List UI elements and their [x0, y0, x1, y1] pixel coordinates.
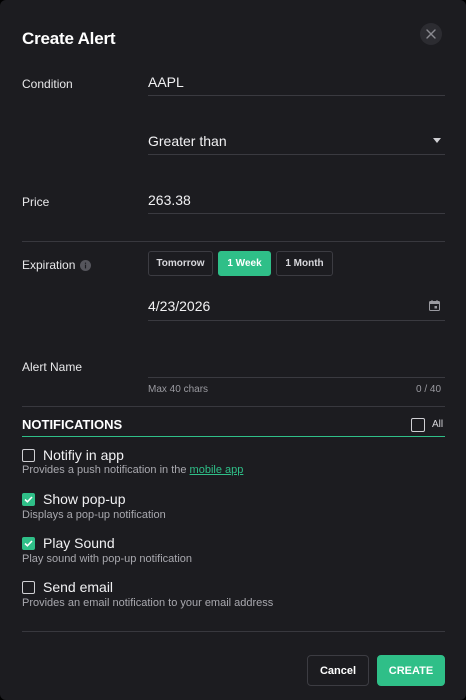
expiration-label-group: Expiration: [22, 258, 92, 272]
check-icon: [24, 540, 33, 547]
price-label: Price: [22, 195, 50, 209]
divider: [22, 241, 445, 242]
all-checkbox[interactable]: [411, 418, 425, 432]
create-button[interactable]: CREATE: [377, 655, 445, 686]
show-popup-checkbox[interactable]: [22, 493, 35, 506]
calendar-icon[interactable]: [429, 300, 440, 311]
play-sound-description: Play sound with pop-up notification: [22, 553, 192, 565]
create-alert-dialog: Create Alert Condition AAPL Greater than…: [0, 0, 466, 700]
close-icon: [426, 29, 436, 39]
symbol-value: AAPL: [148, 74, 184, 90]
notify-in-app-desc-text: Provides a push notification in the: [22, 464, 190, 476]
operator-select[interactable]: Greater than: [148, 125, 445, 155]
alert-name-counter: 0 / 40: [416, 384, 442, 395]
close-button[interactable]: [420, 23, 442, 45]
send-email-description: Provides an email notification to your e…: [22, 597, 274, 609]
check-icon: [24, 496, 33, 503]
expiration-date-input[interactable]: 4/23/2026: [148, 291, 445, 321]
expiration-1-month-button[interactable]: 1 Month: [276, 251, 333, 276]
alert-name-hint: Max 40 chars: [148, 384, 209, 395]
notify-in-app-label[interactable]: Notifiy in app: [43, 447, 124, 463]
price-input[interactable]: 263.38: [148, 184, 445, 214]
condition-label: Condition: [22, 77, 73, 91]
play-sound-checkbox[interactable]: [22, 537, 35, 550]
send-email-checkbox[interactable]: [22, 581, 35, 594]
operator-value: Greater than: [148, 133, 227, 149]
expiration-tomorrow-button[interactable]: Tomorrow: [148, 251, 213, 276]
expiration-label: Expiration: [22, 258, 76, 272]
send-email-label[interactable]: Send email: [43, 579, 113, 595]
play-sound-label[interactable]: Play Sound: [43, 535, 115, 551]
dialog-title: Create Alert: [22, 29, 116, 48]
notify-in-app-checkbox[interactable]: [22, 449, 35, 462]
notify-in-app-description: Provides a push notification in the mobi…: [22, 464, 243, 476]
alert-name-input[interactable]: [148, 348, 445, 378]
divider: [22, 631, 445, 632]
notifications-underline: [22, 436, 445, 437]
cancel-button[interactable]: Cancel: [307, 655, 369, 686]
info-icon[interactable]: [80, 259, 92, 271]
symbol-field[interactable]: AAPL: [148, 66, 445, 96]
all-label: All: [432, 419, 444, 430]
alert-name-label: Alert Name: [22, 360, 83, 374]
show-popup-description: Displays a pop-up notification: [22, 509, 166, 521]
expiration-1-week-button[interactable]: 1 Week: [218, 251, 271, 276]
price-value: 263.38: [148, 192, 191, 208]
divider: [22, 406, 445, 407]
mobile-app-link[interactable]: mobile app: [190, 464, 244, 476]
expiration-date-value: 4/23/2026: [148, 298, 211, 314]
show-popup-label[interactable]: Show pop-up: [43, 491, 126, 507]
chevron-down-icon: [433, 138, 441, 143]
notifications-heading: NOTIFICATIONS: [22, 417, 123, 432]
